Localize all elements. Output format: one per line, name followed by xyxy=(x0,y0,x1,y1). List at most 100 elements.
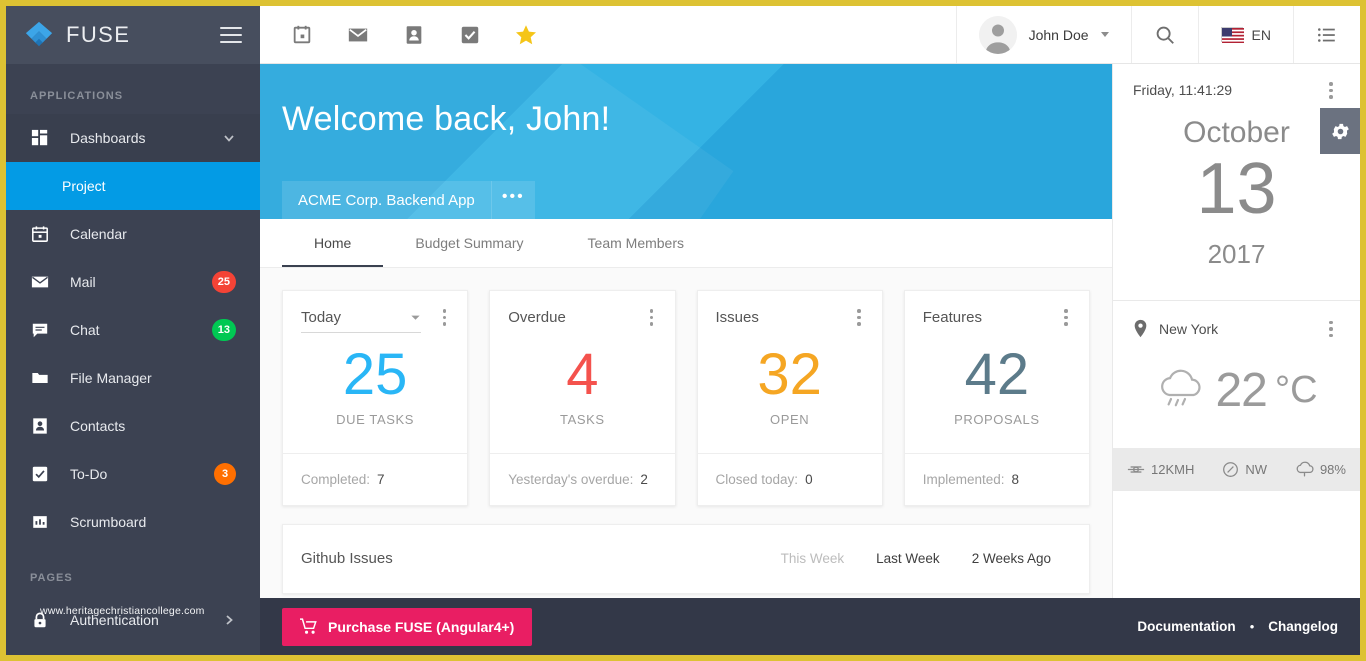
wind-direction-item: NW xyxy=(1222,461,1267,478)
kebab-menu-icon[interactable] xyxy=(1322,320,1340,338)
metric-value: 42 xyxy=(964,342,1030,407)
sidebar: FUSE APPLICATIONS Dashboards Project Cal… xyxy=(6,6,260,655)
check-box-icon[interactable] xyxy=(448,13,492,57)
sidebar-item-to-do[interactable]: To-Do 3 xyxy=(6,450,260,498)
metric-label: TASKS xyxy=(560,411,605,427)
nav-section-pages: PAGES xyxy=(30,572,73,584)
wind-icon xyxy=(1127,462,1145,477)
main-content: Welcome back, John! ACME Corp. Backend A… xyxy=(260,64,1112,655)
metric-label: PROPOSALS xyxy=(954,411,1040,427)
sidebar-header: FUSE xyxy=(6,6,260,64)
hero-banner: Welcome back, John! ACME Corp. Backend A… xyxy=(260,64,1112,219)
sidebar-item-label: Calendar xyxy=(70,226,127,242)
cart-icon xyxy=(300,618,318,635)
fuse-logo-icon xyxy=(24,20,54,50)
calendar-icon[interactable] xyxy=(280,13,324,57)
sidebar-item-label: Scrumboard xyxy=(70,514,147,530)
weather-main: 22 °C xyxy=(1113,339,1360,448)
sidebar-item-label: Contacts xyxy=(70,418,126,434)
kebab-menu-icon[interactable] xyxy=(643,309,661,326)
sidebar-item-contacts[interactable]: Contacts xyxy=(6,402,260,450)
user-menu-button[interactable]: John Doe xyxy=(955,6,1131,63)
quick-panel-button[interactable] xyxy=(1293,6,1360,63)
weather-widget: New York 22 °C 12KMH NW 98% xyxy=(1113,301,1360,491)
clock-label: Friday, 11:41:29 xyxy=(1133,82,1233,99)
gear-icon xyxy=(1330,121,1351,142)
footer-value: 7 xyxy=(377,471,385,487)
card-body: 25 DUE TASKS xyxy=(283,339,467,453)
sidebar-item-dashboards[interactable]: Dashboards xyxy=(6,114,260,162)
chat-icon xyxy=(30,320,50,340)
widget-card-overdue: Overdue 4 TASKS Yesterday's overdue: 2 xyxy=(489,290,676,506)
github-range-2-weeks-ago[interactable]: 2 Weeks Ago xyxy=(956,551,1067,566)
footer-label: Closed today: xyxy=(715,471,799,487)
mail-icon[interactable] xyxy=(336,13,380,57)
content-tabs: Home Budget Summary Team Members xyxy=(260,219,1112,268)
calendar-icon xyxy=(30,224,50,244)
range-select[interactable]: Today xyxy=(301,309,422,333)
search-button[interactable] xyxy=(1130,6,1198,63)
avatar xyxy=(978,15,1017,54)
chevron-down-icon xyxy=(410,312,421,323)
footer-value: 8 xyxy=(1011,471,1020,487)
card-title: Issues xyxy=(715,309,759,326)
chevron-down-icon xyxy=(222,131,236,145)
project-selector[interactable]: ACME Corp. Backend App ••• xyxy=(282,181,535,219)
footer-value: 0 xyxy=(805,471,813,487)
github-range-this-week[interactable]: This Week xyxy=(765,551,861,566)
metric-label: OPEN xyxy=(770,411,810,427)
tab-home[interactable]: Home xyxy=(282,219,384,267)
footer-label: Completed: xyxy=(301,471,371,487)
project-more-button[interactable]: ••• xyxy=(490,181,535,219)
sidebar-badge-todo: 3 xyxy=(214,463,236,485)
card-footer: Yesterday's overdue: 2 xyxy=(490,452,675,505)
tab-budget-summary[interactable]: Budget Summary xyxy=(383,219,555,267)
contacts-icon[interactable] xyxy=(392,13,436,57)
card-header: Issues xyxy=(698,291,882,339)
purchase-button[interactable]: Purchase FUSE (Angular4+) xyxy=(282,607,533,646)
humidity-label: 98% xyxy=(1319,461,1346,477)
scrumboard-icon xyxy=(30,512,50,532)
github-range-last-week[interactable]: Last Week xyxy=(860,551,956,566)
widget-card-issues: Issues 32 OPEN Closed today: 0 xyxy=(696,290,883,506)
sidebar-item-authentication[interactable]: Authentication xyxy=(6,596,260,644)
date-widget: Friday, 11:41:29 October 13 2017 xyxy=(1113,64,1360,301)
chevron-right-icon xyxy=(222,613,236,627)
date-widget-header: Friday, 11:41:29 xyxy=(1113,64,1360,99)
sidebar-item-scrumboard[interactable]: Scrumboard xyxy=(6,498,260,546)
lock-icon xyxy=(30,610,50,630)
kebab-menu-icon[interactable] xyxy=(850,309,868,326)
weather-details: 12KMH NW 98% xyxy=(1113,448,1360,490)
widget-cards: Today 25 DUE TASKS Completed: 7 Overdue … xyxy=(260,268,1112,506)
changelog-link[interactable]: Changelog xyxy=(1268,619,1338,634)
cloud-icon xyxy=(1295,461,1314,477)
card-footer: Completed: 7 xyxy=(283,452,468,505)
hamburger-icon[interactable] xyxy=(220,27,242,43)
kebab-menu-icon[interactable] xyxy=(1322,82,1340,99)
sidebar-item-file-manager[interactable]: File Manager xyxy=(6,354,260,402)
card-header: Features xyxy=(905,291,1089,339)
card-footer: Implemented: 8 xyxy=(904,452,1089,505)
footer-label: Implemented: xyxy=(922,471,1005,487)
chevron-down-icon xyxy=(1100,32,1109,37)
documentation-link[interactable]: Documentation xyxy=(1137,619,1235,634)
project-name-label: ACME Corp. Backend App xyxy=(298,191,475,209)
tab-team-members[interactable]: Team Members xyxy=(556,219,716,267)
bottom-footer: Purchase FUSE (Angular4+) Documentation … xyxy=(260,598,1360,655)
language-selector[interactable]: EN xyxy=(1197,6,1293,63)
widget-card-today: Today 25 DUE TASKS Completed: 7 xyxy=(282,290,469,506)
user-name-label: John Doe xyxy=(1028,26,1089,43)
search-icon xyxy=(1154,24,1176,46)
star-icon[interactable] xyxy=(504,13,548,57)
theme-settings-button[interactable] xyxy=(1320,108,1360,154)
sidebar-item-label: Authentication xyxy=(70,612,159,628)
kebab-menu-icon[interactable] xyxy=(1057,309,1075,326)
card-header: Today xyxy=(283,291,467,339)
sidebar-item-calendar[interactable]: Calendar xyxy=(6,210,260,258)
sidebar-item-chat[interactable]: Chat 13 xyxy=(6,306,260,354)
weather-temperature: 22 xyxy=(1215,364,1267,417)
sidebar-item-label: To-Do xyxy=(70,466,108,482)
sidebar-item-mail[interactable]: Mail 25 xyxy=(6,258,260,306)
sidebar-item-project[interactable]: Project xyxy=(6,162,260,210)
kebab-menu-icon[interactable] xyxy=(435,309,453,326)
